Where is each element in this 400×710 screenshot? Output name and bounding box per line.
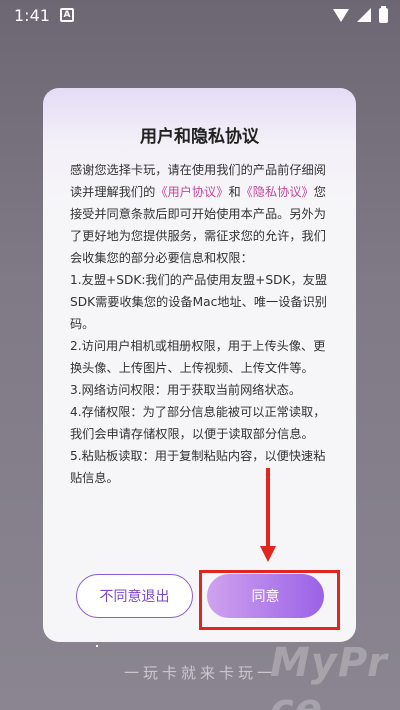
privacy-dialog: 用户和隐私协议 感谢您选择卡玩，请在使用我们的产品前仔细阅读并理解我们的《用户协…	[43, 88, 356, 642]
permission-item: 3.网络访问权限：用于获取当前网络状态。	[70, 383, 302, 397]
annotation-highlight-box	[199, 570, 340, 630]
signal-icon	[357, 8, 371, 22]
permission-item: 4.存储权限：为了部分信息能被可以正常读取，我们会申请存储权限，以便于读取部分信…	[70, 405, 326, 441]
and-text: 和	[228, 185, 241, 199]
privacy-agreement-link[interactable]: 《隐私协议》	[241, 185, 314, 199]
dialog-title: 用户和隐私协议	[140, 127, 259, 147]
status-bar: 1:41 A	[0, 0, 400, 30]
permission-item: 2.访问用户相机或相册权限，用于上传头像、更换头像、上传图片、上传视频、上传文件…	[70, 339, 326, 375]
status-icons	[333, 5, 388, 23]
permission-item: 5.粘贴板读取：用于复制粘贴内容，以便快速粘贴信息。	[70, 449, 326, 485]
battery-icon	[379, 5, 388, 23]
status-time: 1:41	[14, 5, 50, 25]
decline-exit-button[interactable]: 不同意退出	[76, 574, 193, 618]
dialog-intro: 感谢您选择卡玩，请在使用我们的产品前仔细阅读并理解我们的《用户协议》和《隐私协议…	[70, 159, 332, 269]
wifi-icon	[333, 8, 349, 22]
user-agreement-link[interactable]: 《用户协议》	[155, 185, 228, 199]
permission-item: 1.友盟+SDK:我们的产品使用友盟+SDK，友盟SDK需要收集您的设备Mac地…	[70, 273, 328, 331]
notification-a-icon: A	[59, 8, 74, 22]
watermark: MyPr ce	[270, 640, 388, 710]
dialog-body: 感谢您选择卡玩，请在使用我们的产品前仔细阅读并理解我们的《用户协议》和《隐私协议…	[70, 159, 332, 489]
annotation-arrow-shaft	[266, 468, 270, 548]
decorative-dot	[96, 645, 98, 647]
annotation-arrow-head	[260, 546, 276, 562]
